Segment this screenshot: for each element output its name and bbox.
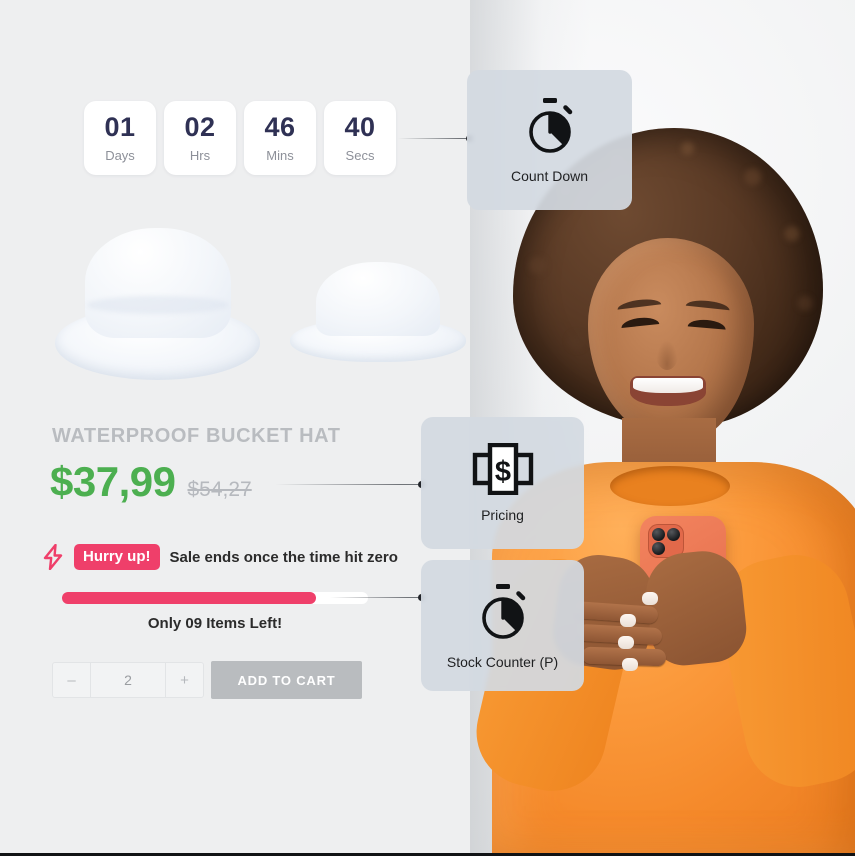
- countdown-unit-seconds: 40 Secs: [324, 101, 396, 175]
- model-fingernail: [620, 614, 636, 627]
- hat-band: [87, 296, 229, 314]
- add-to-cart-button[interactable]: ADD TO CART: [211, 661, 362, 699]
- annotation-card-pricing[interactable]: $ Pricing: [421, 417, 584, 549]
- model-mouth: [630, 376, 706, 406]
- countdown-minutes-value: 46: [264, 112, 296, 142]
- product-image-bucket-hat-front[interactable]: [290, 262, 466, 362]
- quantity-value[interactable]: 2: [91, 663, 165, 697]
- countdown-days-value: 01: [104, 112, 136, 142]
- stock-progress-bar: [62, 592, 368, 604]
- stopwatch-icon: [474, 582, 532, 642]
- countdown-seconds-value: 40: [344, 112, 376, 142]
- connector-line-stock-counter: [330, 594, 425, 601]
- annotation-label-countdown: Count Down: [510, 168, 589, 184]
- annotation-label-pricing: Pricing: [481, 507, 524, 523]
- original-price: $54,27: [187, 478, 252, 501]
- countdown-unit-days: 01 Days: [84, 101, 156, 175]
- banknote-dollar-icon: $: [472, 443, 534, 495]
- countdown-hours-value: 02: [184, 112, 216, 142]
- hurry-up-badge: Hurry up!: [74, 544, 160, 570]
- connector-line-countdown: [398, 135, 473, 142]
- camera-lens-icon: [652, 542, 665, 555]
- countdown-seconds-label: Secs: [345, 148, 375, 163]
- price-row: $37,99 $54,27: [50, 458, 252, 506]
- stock-counter-text: Only 09 Items Left!: [147, 615, 283, 632]
- product-widget-preview: 01 Days 02 Hrs 46 Mins 40 Secs WATERPROO…: [0, 0, 855, 856]
- countdown-hours-label: Hrs: [189, 148, 211, 163]
- countdown-unit-minutes: 46 Mins: [244, 101, 316, 175]
- annotation-card-stock-counter[interactable]: Stock Counter (P): [421, 560, 584, 691]
- model-collar: [610, 466, 730, 506]
- product-title: WATERPROOF BUCKET HAT: [52, 425, 341, 447]
- model-teeth: [633, 378, 703, 393]
- model-fingernail: [618, 636, 634, 649]
- quantity-increment-button[interactable]: +: [165, 663, 203, 697]
- svg-text:$: $: [494, 456, 510, 488]
- product-image-bucket-hat-angled[interactable]: [55, 228, 260, 380]
- countdown-days-label: Days: [105, 148, 135, 163]
- connector-line-pricing: [275, 481, 425, 488]
- camera-lens-icon: [652, 528, 665, 541]
- sale-price: $37,99: [50, 458, 176, 505]
- hat-crown: [85, 228, 231, 338]
- stopwatch-icon: [521, 96, 579, 156]
- model-fingernail: [622, 658, 638, 671]
- countdown-timer: 01 Days 02 Hrs 46 Mins 40 Secs: [84, 101, 396, 175]
- quantity-decrement-button[interactable]: –: [53, 663, 91, 697]
- annotation-label-stock-counter: Stock Counter (P): [446, 653, 559, 670]
- stock-progress-fill: [62, 592, 316, 604]
- quantity-stepper[interactable]: – 2 +: [52, 662, 204, 698]
- model-nose: [656, 340, 678, 370]
- hat-crown: [316, 262, 440, 336]
- lightning-bolt-icon: [42, 544, 64, 570]
- countdown-minutes-label: Mins: [266, 148, 294, 163]
- model-fingernail: [642, 592, 658, 605]
- urgency-message: Sale ends once the time hit zero: [169, 548, 398, 566]
- urgency-message-row: Hurry up! Sale ends once the time hit ze…: [42, 544, 398, 570]
- annotation-card-countdown[interactable]: Count Down: [467, 70, 632, 210]
- countdown-unit-hours: 02 Hrs: [164, 101, 236, 175]
- camera-lens-icon: [667, 528, 680, 541]
